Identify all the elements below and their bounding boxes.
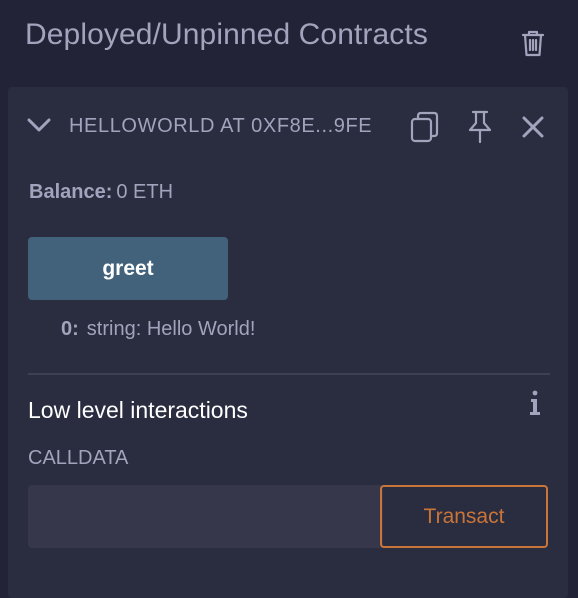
balance-label: Balance: <box>29 181 113 203</box>
pin-icon[interactable] <box>466 110 494 144</box>
calldata-input[interactable] <box>28 485 383 548</box>
divider <box>28 373 550 375</box>
close-icon[interactable] <box>521 115 545 139</box>
contract-name: HELLOWORLD AT 0XF8E...9FE <box>69 115 373 137</box>
transact-button[interactable]: Transact <box>380 485 548 548</box>
calldata-label: CALLDATA <box>28 447 129 469</box>
output-index: 0: <box>61 318 79 340</box>
panel-header: Deployed/Unpinned Contracts <box>0 0 578 82</box>
contract-card: HELLOWORLD AT 0XF8E...9FE Balance: 0 ETH… <box>8 87 568 598</box>
greet-button[interactable]: greet <box>28 237 228 300</box>
copy-icon[interactable] <box>409 111 439 143</box>
contract-header: HELLOWORLD AT 0XF8E...9FE <box>8 87 568 165</box>
output-value: string: Hello World! <box>86 318 256 340</box>
panel-title: Deployed/Unpinned Contracts <box>25 18 428 51</box>
balance-value: 0 ETH <box>116 181 174 203</box>
low-level-title: Low level interactions <box>28 397 248 423</box>
function-output: 0: string: Hello World! <box>61 318 255 341</box>
chevron-down-icon[interactable] <box>25 113 53 137</box>
info-icon[interactable] <box>524 389 546 417</box>
balance: Balance: 0 ETH <box>29 181 173 204</box>
trash-icon[interactable] <box>519 28 547 58</box>
